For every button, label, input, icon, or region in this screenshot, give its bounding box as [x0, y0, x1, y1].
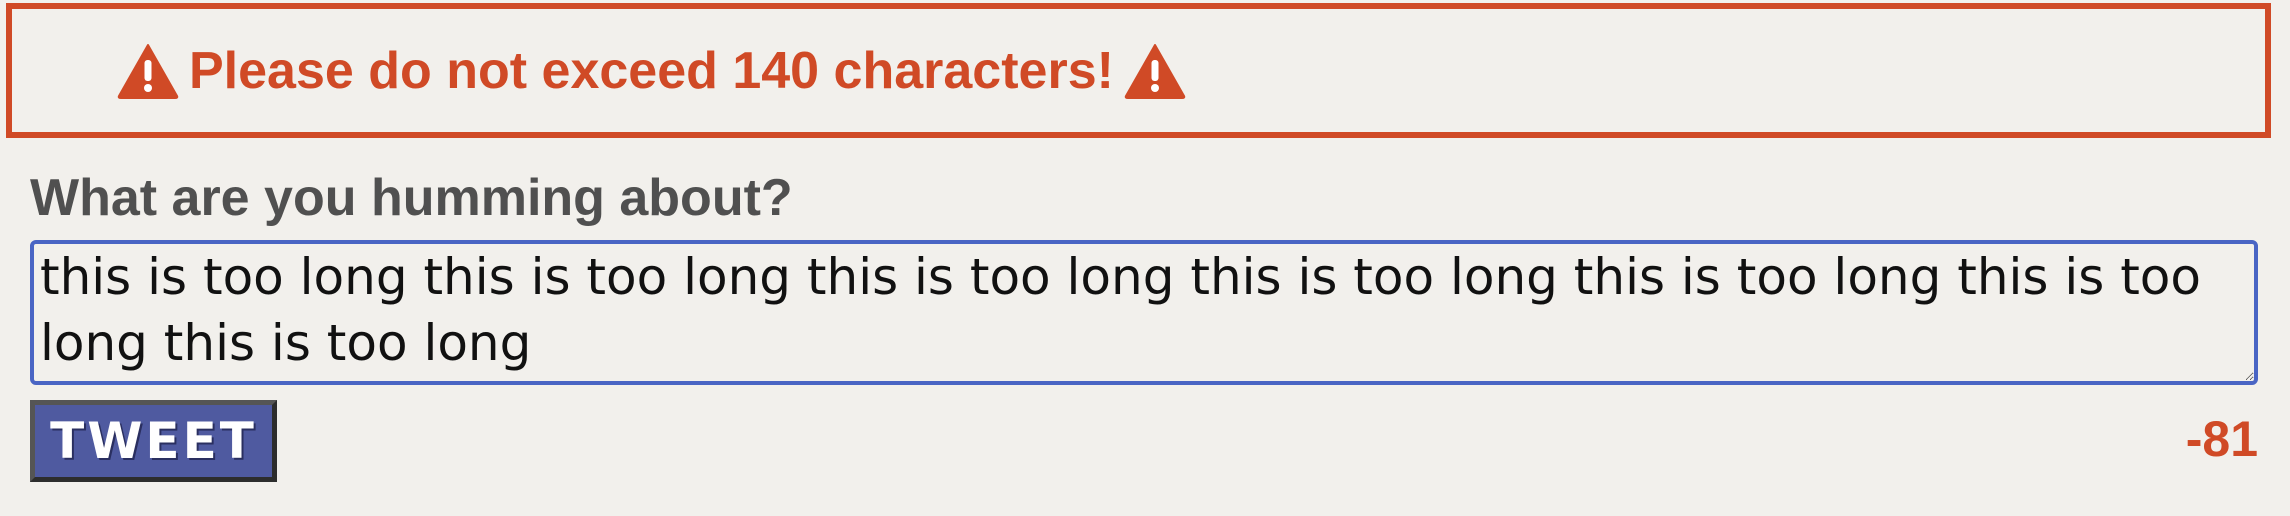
character-limit-alert: Please do not exceed 140 characters!	[6, 3, 2271, 138]
warning-icon	[1124, 43, 1186, 99]
composer-label: What are you humming about?	[30, 169, 793, 227]
tweet-text-input[interactable]: this is too long this is too long this i…	[30, 240, 2258, 385]
tweet-button[interactable]: TWEET	[30, 400, 277, 482]
alert-message: Please do not exceed 140 characters!	[189, 41, 1114, 100]
warning-icon	[117, 43, 179, 99]
remaining-character-count: -81	[2185, 411, 2258, 467]
